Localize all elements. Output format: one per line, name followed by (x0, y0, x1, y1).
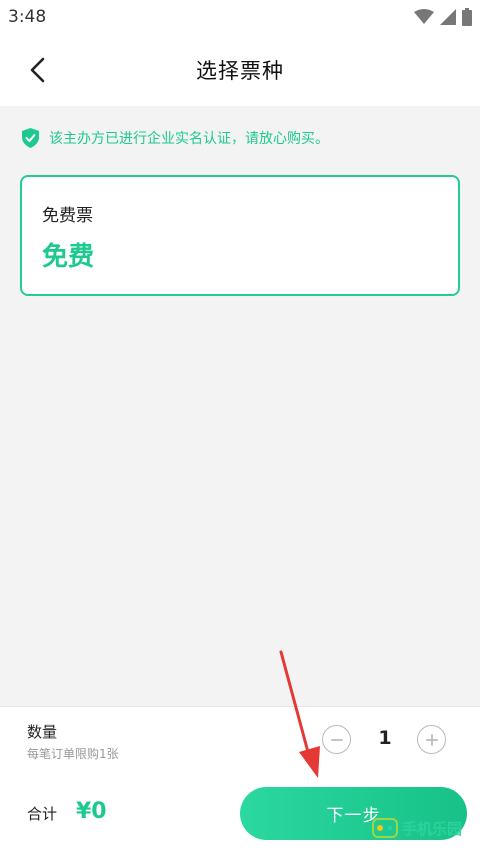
next-step-button[interactable]: 下一步 (240, 787, 467, 840)
quantity-label: 数量 (27, 723, 58, 741)
ticket-price: 免费 (42, 242, 95, 272)
status-time: 3:48 (8, 7, 47, 27)
back-button[interactable] (22, 54, 54, 86)
ticket-option-card[interactable]: 免费票 免费 (20, 175, 460, 296)
status-bar: 3:48 (0, 0, 480, 34)
ticket-name: 免费票 (42, 206, 93, 226)
shield-check-icon (22, 128, 39, 148)
chevron-left-icon (30, 57, 45, 83)
total-label: 合计 (27, 805, 58, 823)
battery-icon (462, 8, 472, 26)
plus-icon (425, 733, 438, 746)
checkout-footer: 数量 每笔订单限购1张 1 合计 ¥0 下一步 (0, 706, 480, 853)
quantity-limit-text: 每笔订单限购1张 (27, 747, 119, 761)
next-step-label: 下一步 (326, 806, 381, 826)
quantity-stepper: 1 (322, 725, 450, 757)
status-icons (414, 8, 472, 26)
verification-notice: 该主办方已进行企业实名认证，请放心购买。 (22, 124, 329, 152)
page-header: 选择票种 (0, 34, 480, 106)
minus-icon (330, 738, 343, 741)
signal-icon (440, 9, 456, 25)
total-price: ¥0 (76, 799, 107, 824)
notice-text: 该主办方已进行企业实名认证，请放心购买。 (49, 131, 329, 147)
decrease-quantity-button[interactable] (322, 725, 351, 754)
quantity-value: 1 (378, 727, 392, 749)
wifi-icon (414, 9, 434, 24)
increase-quantity-button[interactable] (417, 725, 446, 754)
page-title: 选择票种 (196, 59, 284, 83)
